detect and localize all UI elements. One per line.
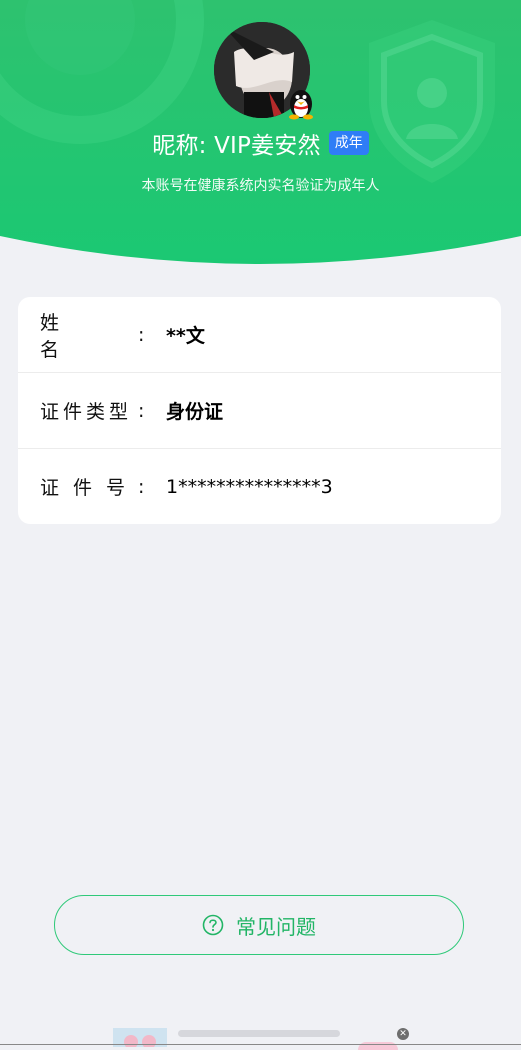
name-label: 姓名 (40, 308, 64, 362)
colon: : (138, 323, 145, 346)
info-row-id-type: 证件类型 : 身份证 (18, 373, 501, 449)
identity-info-card: 姓名 : **文 证件类型 : 身份证 证件号 : 1*************… (18, 297, 501, 524)
adult-badge: 成年 (328, 131, 369, 155)
nickname: 昵称: VIP姜安然 (152, 133, 321, 159)
info-row-name: 姓名 : **文 (18, 297, 501, 373)
faq-button[interactable]: 常见问题 (54, 895, 464, 955)
info-row-id-number: 证件号 : 1***************3 (18, 449, 501, 524)
id-number-label-text: 证件号 (40, 477, 140, 499)
colon: : (138, 399, 145, 422)
qq-penguin-icon (289, 90, 313, 120)
colon: : (138, 475, 145, 498)
id-type-label-text: 证件类型 (40, 401, 133, 423)
name-value: **文 (166, 325, 205, 347)
name-label-text: 姓名 (40, 311, 115, 361)
nickname-row: 昵称: VIP姜安然 成年 (0, 126, 521, 160)
faq-label: 常见问题 (236, 914, 316, 939)
close-icon[interactable]: ✕ (397, 1028, 409, 1040)
id-number-label: 证件号 (40, 473, 150, 500)
verification-header: 昵称: VIP姜安然 成年 本账号在健康系统内实名验证为成年人 (0, 0, 521, 268)
id-type-value: 身份证 (166, 401, 224, 423)
verification-note: 本账号在健康系统内实名验证为成年人 (141, 178, 380, 194)
shield-icon (369, 20, 495, 183)
ad-placeholder-bar (178, 1030, 340, 1037)
question-circle-icon (202, 914, 224, 936)
id-type-label: 证件类型 (40, 397, 150, 424)
id-number-value: 1***************3 (166, 475, 333, 498)
bottom-divider (0, 1044, 521, 1045)
